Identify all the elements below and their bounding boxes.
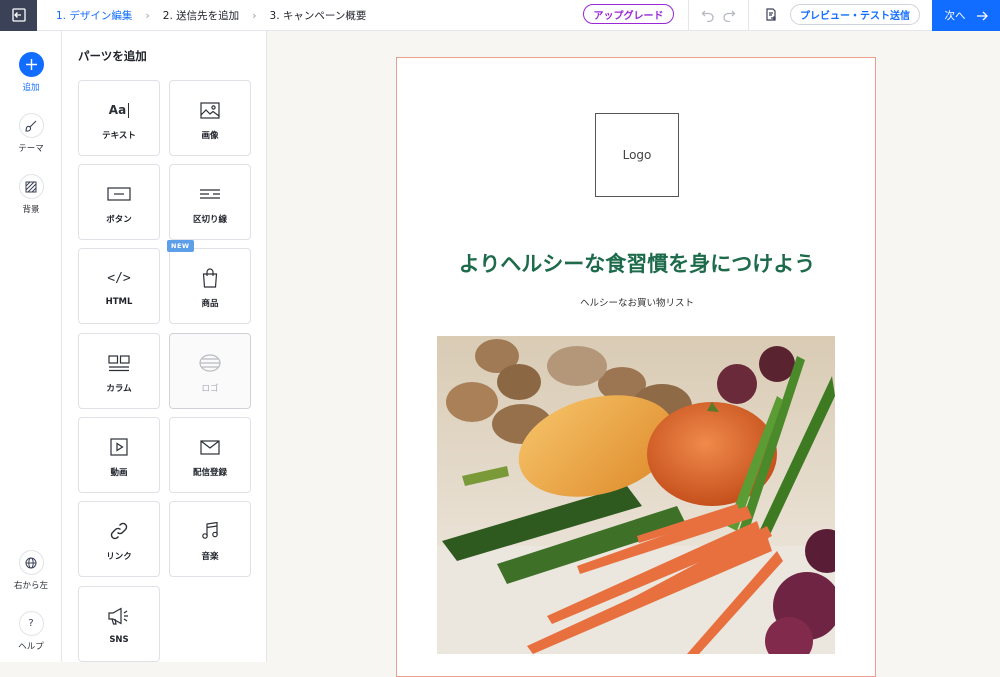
document-send-icon (766, 8, 776, 21)
tile-label: HTML (105, 297, 133, 307)
preview-test-send-button[interactable]: プレビュー・テスト送信 (790, 4, 920, 25)
step-breadcrumb: 1. デザイン編集 › 2. 送信先を追加 › 3. キャンペーン概要 (56, 8, 366, 23)
link-icon (109, 520, 129, 542)
tile-label: 画像 (201, 131, 219, 141)
chevron-right-icon: › (145, 8, 150, 22)
top-bar: 1. デザイン編集 › 2. 送信先を追加 › 3. キャンペーン概要 アップグ… (0, 0, 1000, 31)
rail-background[interactable]: 背景 (0, 174, 62, 215)
rail-help[interactable]: ? ヘルプ (0, 611, 62, 652)
upgrade-button[interactable]: アップグレード (583, 4, 674, 24)
logo-placeholder[interactable]: Logo (595, 113, 679, 197)
rail-theme-label: テーマ (18, 144, 44, 154)
email-template[interactable]: Logo よりヘルシーな食習慣を身につけよう ヘルシーなお買い物リスト (396, 57, 876, 677)
tile-html[interactable]: </> HTML (78, 248, 160, 324)
rail-rtl-label: 右から左 (13, 581, 48, 591)
tile-label: 配信登録 (192, 468, 227, 478)
rail-background-label: 背景 (22, 205, 40, 215)
step-design[interactable]: 1. デザイン編集 (56, 8, 132, 23)
left-rail: 追加 テーマ 背景 右から左 ? ヘルプ (0, 31, 62, 662)
brush-icon (18, 113, 44, 138)
rail-rtl[interactable]: 右から左 (0, 550, 62, 591)
tile-columns[interactable]: カラム (78, 333, 160, 409)
button-icon (107, 183, 131, 205)
add-parts-panel: パーツを追加 Aa テキスト 画像 ボタン 区切り線 </> HTML NEW … (62, 31, 267, 662)
rail-theme[interactable]: テーマ (0, 113, 62, 154)
next-button[interactable]: 次へ (932, 0, 1000, 31)
step-overview[interactable]: 3. キャンペーン概要 (270, 8, 367, 23)
tile-text[interactable]: Aa テキスト (78, 80, 160, 156)
tile-label: リンク (106, 552, 132, 562)
tile-label: テキスト (102, 131, 136, 141)
divider (688, 0, 689, 31)
tile-music[interactable]: 音楽 (169, 501, 251, 577)
text-icon: Aa (109, 99, 130, 121)
tile-label: 区切り線 (192, 215, 227, 225)
music-icon (202, 520, 218, 542)
background-pattern-icon (18, 174, 44, 199)
next-label: 次へ (944, 10, 966, 22)
exit-icon (11, 8, 26, 22)
test-send-button[interactable] (764, 7, 780, 23)
arrow-right-icon (976, 11, 988, 20)
tile-subscribe[interactable]: 配信登録 (169, 417, 251, 493)
divider-icon (199, 183, 221, 205)
envelope-icon (200, 436, 220, 458)
tile-label: 動画 (110, 468, 128, 478)
help-icon: ? (18, 611, 44, 636)
tile-label: ボタン (106, 215, 132, 225)
code-icon: </> (107, 270, 131, 286)
hero-image[interactable] (437, 336, 835, 654)
editor-canvas: Logo よりヘルシーな食習慣を身につけよう ヘルシーなお買い物リスト (268, 31, 1000, 677)
tile-video[interactable]: 動画 (78, 417, 160, 493)
vegetables-photo (437, 336, 835, 654)
tile-label: ロゴ (201, 384, 219, 394)
new-badge: NEW (167, 240, 194, 252)
email-subline[interactable]: ヘルシーなお買い物リスト (397, 295, 877, 309)
video-icon (110, 436, 128, 458)
redo-icon (723, 10, 736, 22)
rail-add[interactable]: 追加 (0, 52, 62, 93)
tile-sns[interactable]: SNS (78, 586, 160, 662)
tile-button[interactable]: ボタン (78, 164, 160, 240)
tile-divider[interactable]: 区切り線 (169, 164, 251, 240)
step-recipients[interactable]: 2. 送信先を追加 (163, 8, 239, 23)
image-icon (200, 99, 220, 121)
logo-icon (199, 352, 221, 374)
columns-icon (108, 352, 130, 374)
megaphone-icon (108, 605, 130, 627)
tile-link[interactable]: リンク (78, 501, 160, 577)
undo-button[interactable] (700, 7, 716, 23)
shopping-bag-icon (202, 267, 218, 289)
tile-label: カラム (106, 384, 132, 394)
chevron-right-icon: › (252, 8, 257, 22)
tile-product[interactable]: NEW 商品 (167, 240, 251, 324)
panel-title: パーツを追加 (78, 49, 147, 63)
plus-icon (18, 52, 44, 77)
tile-label: 商品 (201, 299, 219, 309)
divider (748, 0, 749, 31)
tile-image[interactable]: 画像 (169, 80, 251, 156)
tile-label: SNS (109, 635, 129, 645)
email-headline[interactable]: よりヘルシーな食習慣を身につけよう (397, 248, 877, 278)
tile-label: 音楽 (201, 552, 219, 562)
undo-icon (701, 10, 714, 22)
rail-add-label: 追加 (22, 83, 40, 93)
globe-icon (18, 550, 44, 575)
rail-help-label: ヘルプ (18, 642, 44, 652)
tile-logo: ロゴ (169, 333, 251, 409)
exit-button[interactable] (0, 0, 37, 31)
redo-button[interactable] (721, 7, 737, 23)
